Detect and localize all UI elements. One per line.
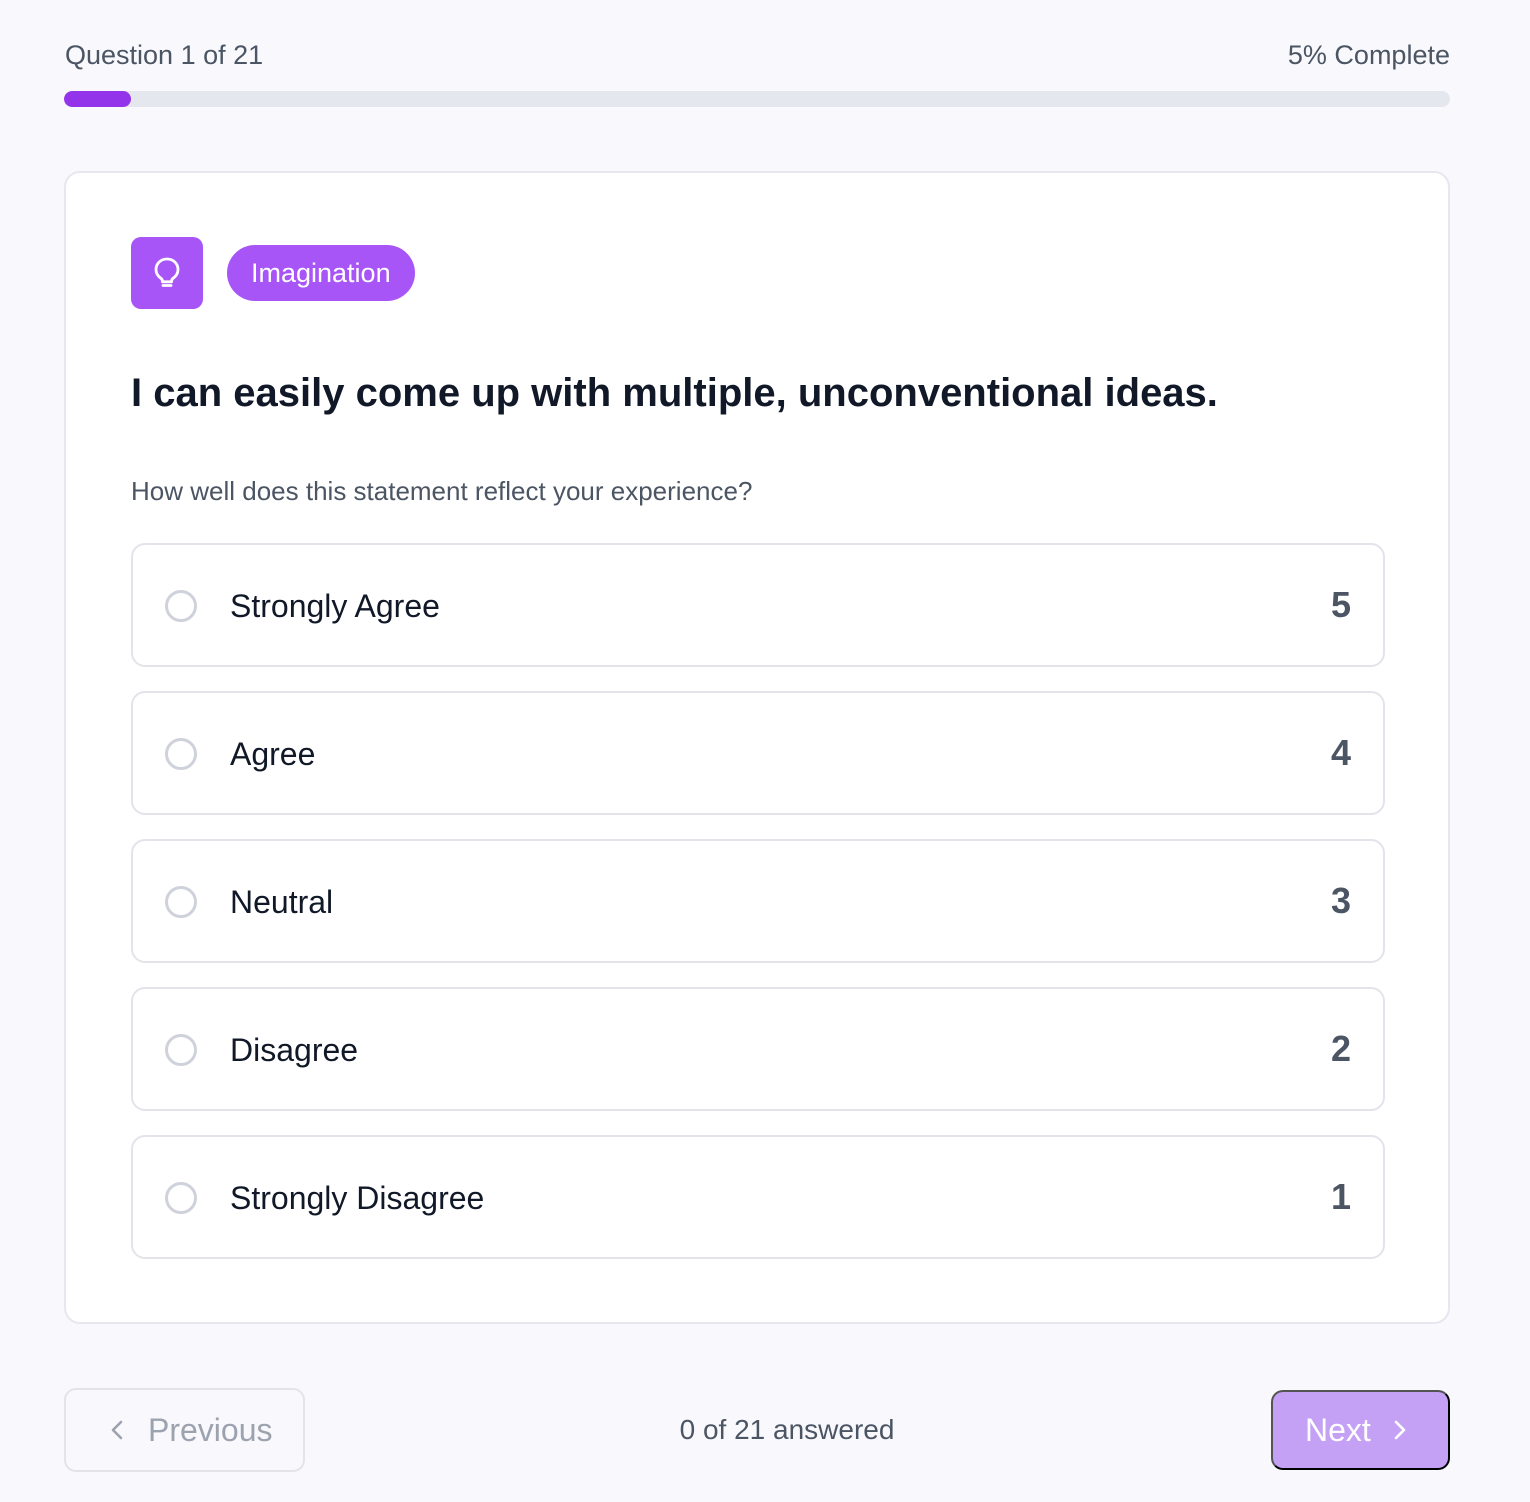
option-score: 4: [1330, 732, 1351, 773]
radio-button[interactable]: [165, 738, 197, 770]
option-agree[interactable]: Agree 4: [131, 691, 1385, 815]
progress-header: Question 1 of 21 5% Complete: [65, 38, 1450, 72]
category-icon-tile: [131, 237, 203, 309]
option-label: Agree: [230, 736, 316, 772]
option-score: 2: [1330, 1028, 1351, 1069]
radio-button[interactable]: [165, 886, 197, 918]
progress-bar-fill: [64, 91, 131, 107]
previous-label: Previous: [148, 1411, 273, 1448]
lightbulb-icon: [154, 257, 180, 287]
option-score: 1: [1330, 1176, 1351, 1217]
option-neutral[interactable]: Neutral 3: [131, 839, 1385, 963]
next-label: Next: [1305, 1411, 1371, 1448]
radio-button[interactable]: [165, 590, 197, 622]
progress-bar: [64, 91, 1450, 107]
option-label: Disagree: [230, 1032, 359, 1068]
question-prompt: How well does this statement reflect you…: [131, 476, 753, 506]
answered-count: 0 of 21 answered: [679, 1414, 895, 1445]
completion-percent: 5% Complete: [1287, 39, 1450, 70]
option-label: Strongly Disagree: [230, 1180, 485, 1216]
previous-button[interactable]: Previous: [64, 1388, 305, 1472]
option-score: 3: [1330, 880, 1351, 921]
question-counter: Question 1 of 21: [65, 39, 264, 70]
option-strongly-agree[interactable]: Strongly Agree 5: [131, 543, 1385, 667]
next-button[interactable]: Next: [1271, 1390, 1450, 1470]
question-text: I can easily come up with multiple, unco…: [131, 371, 1218, 415]
chevron-left-icon: [106, 1419, 128, 1441]
question-card: Imagination I can easily come up with mu…: [64, 171, 1450, 1324]
radio-button[interactable]: [165, 1034, 197, 1066]
option-score: 5: [1330, 584, 1351, 625]
option-strongly-disagree[interactable]: Strongly Disagree 1: [131, 1135, 1385, 1259]
answer-options: Strongly Agree 5 Agree 4 Neutral 3 Disag…: [131, 543, 1385, 1283]
category-badge: Imagination: [227, 245, 415, 301]
chevron-right-icon: [1389, 1419, 1411, 1441]
option-label: Strongly Agree: [230, 588, 440, 624]
radio-button[interactable]: [165, 1182, 197, 1214]
option-label: Neutral: [230, 884, 334, 920]
option-disagree[interactable]: Disagree 2: [131, 987, 1385, 1111]
